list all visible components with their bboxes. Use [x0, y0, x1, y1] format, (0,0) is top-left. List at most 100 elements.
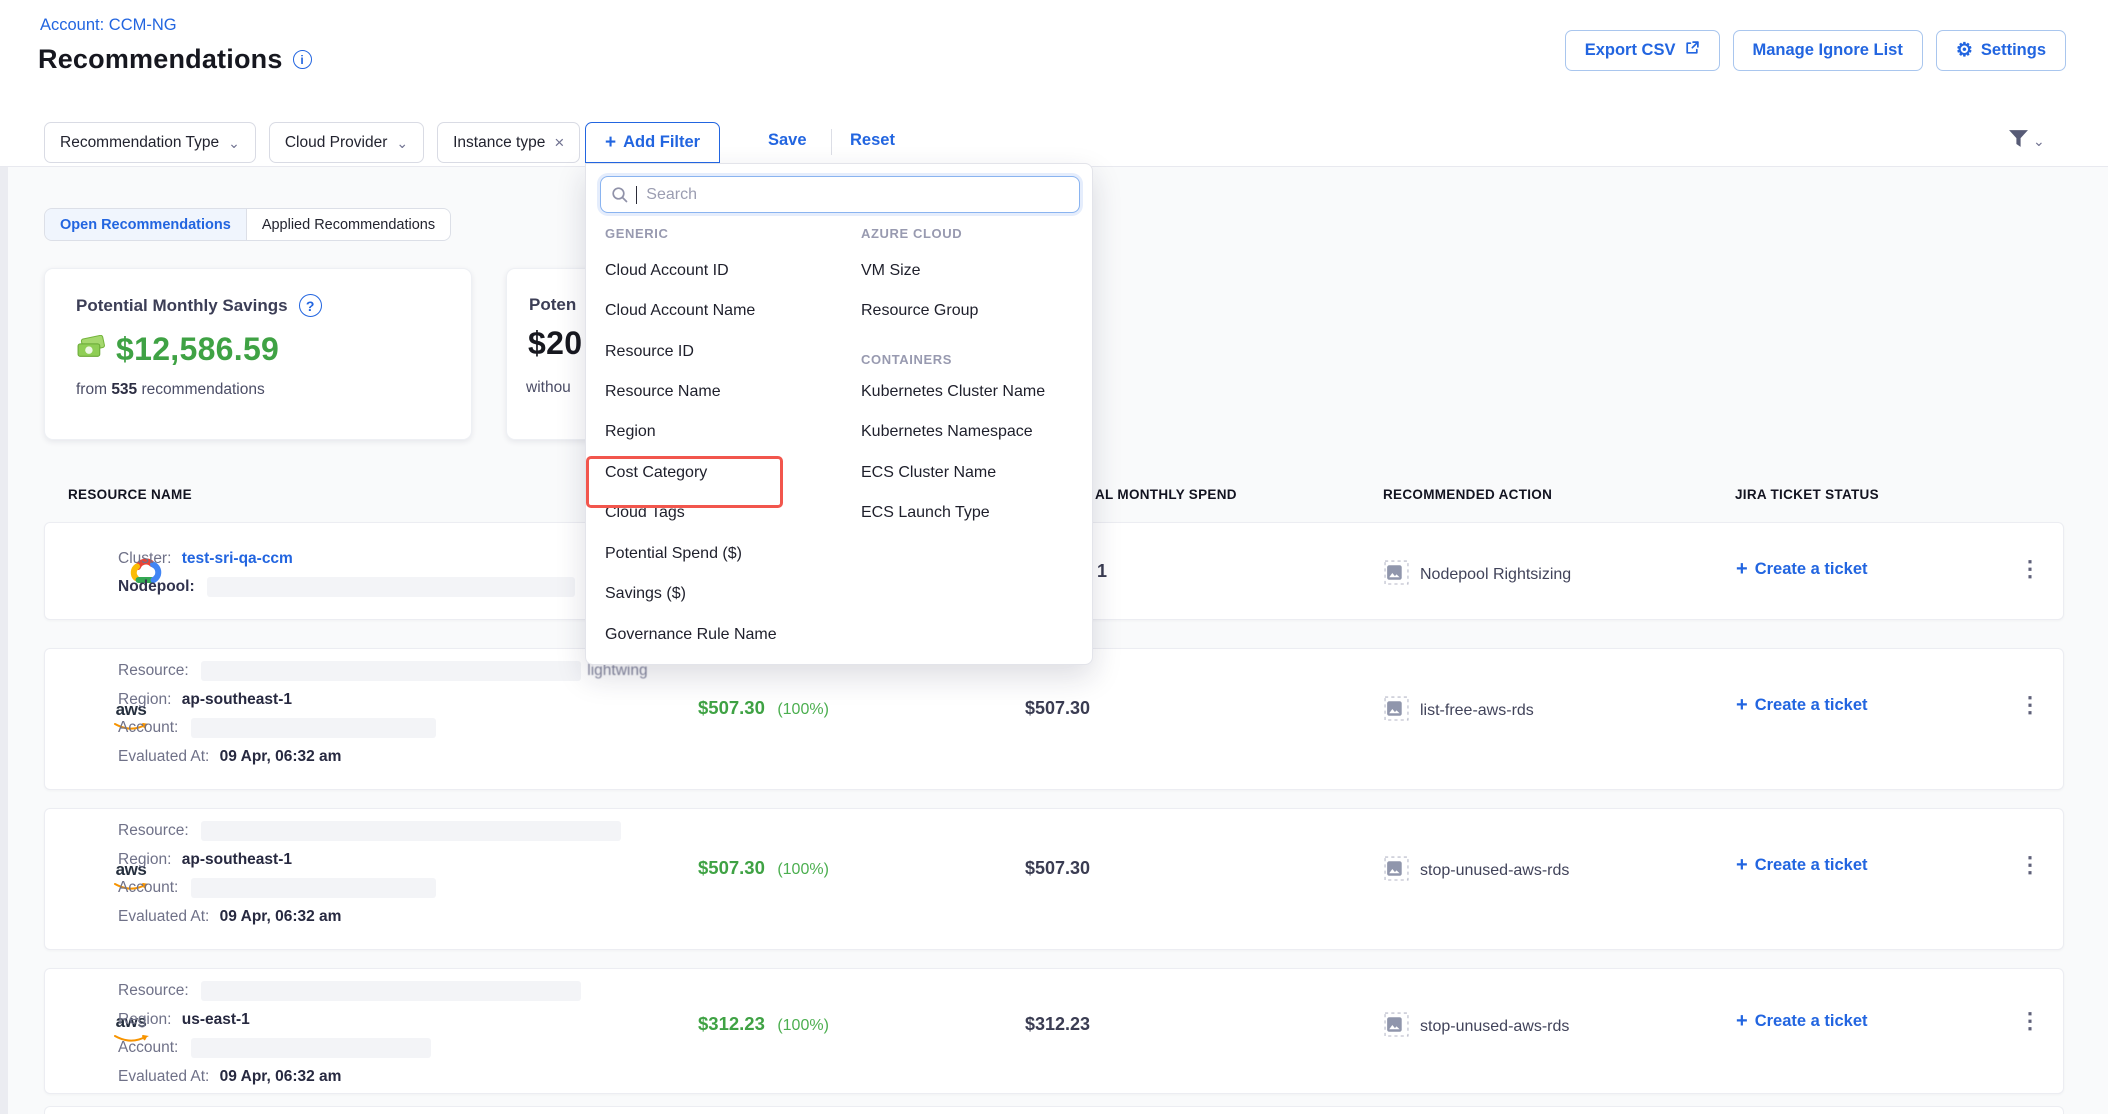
filter-option[interactable]: Resource Name: [605, 383, 721, 405]
cluster-label: Cluster:: [118, 550, 171, 567]
filter-option[interactable]: Kubernetes Cluster Name: [861, 383, 1045, 405]
evaluated-line: Evaluated At: 09 Apr, 06:32 am: [118, 903, 621, 932]
help-icon[interactable]: ?: [299, 294, 322, 317]
image-placeholder-icon: [1384, 696, 1409, 726]
monthly-spend-value-partial: 1: [1097, 561, 1107, 582]
filter-option[interactable]: Savings ($): [605, 585, 686, 607]
filter-option[interactable]: Cloud Account ID: [605, 262, 729, 284]
recommended-action-label: Nodepool Rightsizing: [1420, 566, 1571, 584]
chevron-down-icon: ⌄: [228, 136, 240, 150]
filter-option[interactable]: VM Size: [861, 262, 921, 284]
search-box[interactable]: [600, 176, 1080, 213]
filter-option[interactable]: Resource ID: [605, 343, 694, 365]
filter-chip-instance-type[interactable]: Instance type ×: [437, 122, 580, 163]
save-filter-button[interactable]: Save: [768, 131, 807, 150]
filter-panel-toggle[interactable]: ⌄: [2008, 129, 2045, 153]
filter-option[interactable]: Potential Spend ($): [605, 545, 742, 567]
redacted-value: [201, 981, 581, 1001]
summary-card-potential-monthly-savings: Potential Monthly Savings ? $12,586.59 f…: [44, 268, 472, 440]
search-input[interactable]: [644, 185, 1069, 205]
add-filter-button[interactable]: + Add Filter: [585, 122, 720, 163]
resource-label: Resource:: [118, 662, 189, 679]
gear-icon: ⚙: [1956, 41, 1973, 60]
recommendation-count: 535: [111, 381, 137, 398]
savings-cell: $312.23 (100%): [698, 1013, 829, 1035]
export-csv-button[interactable]: Export CSV: [1565, 30, 1720, 71]
subtitle-prefix: from: [76, 381, 107, 398]
image-placeholder-icon: [1384, 560, 1409, 590]
evaluated-line: Evaluated At: 09 Apr, 06:32 am: [118, 743, 648, 772]
filter-option[interactable]: Cloud Tags: [605, 504, 685, 526]
savings-percentage: (100%): [777, 1017, 829, 1034]
section-heading-containers: CONTAINERS: [861, 352, 952, 367]
left-edge-strip: [0, 167, 8, 1114]
account-label: Account:: [118, 1039, 178, 1056]
filter-chips: Recommendation Type ⌄ Cloud Provider ⌄ I…: [44, 122, 580, 163]
recommended-action-label: list-free-aws-rds: [1420, 702, 1534, 720]
monthly-spend-value: $507.30: [1025, 698, 1090, 719]
row-menu-kebab-icon[interactable]: ⋮: [2019, 692, 2041, 718]
savings-cell: $507.30 (100%): [698, 697, 829, 719]
redacted-value: [207, 577, 575, 597]
header-actions: Export CSV Manage Ignore List ⚙ Settings: [1565, 30, 2066, 71]
cluster-name-link[interactable]: test-sri-qa-ccm: [182, 550, 293, 567]
filter-option[interactable]: Region: [605, 423, 656, 445]
evaluated-value: 09 Apr, 06:32 am: [220, 1068, 342, 1085]
create-ticket-button[interactable]: + Create a ticket: [1736, 559, 1868, 579]
plus-icon: +: [1736, 559, 1748, 579]
manage-ignore-list-button[interactable]: Manage Ignore List: [1733, 30, 1923, 71]
info-icon[interactable]: i: [293, 50, 312, 69]
card-subtitle-clipped: withou: [526, 379, 571, 397]
filter-chip-cloud-provider[interactable]: Cloud Provider ⌄: [269, 122, 424, 163]
filter-option[interactable]: ECS Launch Type: [861, 504, 990, 526]
create-ticket-label: Create a ticket: [1755, 1012, 1868, 1031]
savings-value: $12,586.59: [116, 331, 279, 368]
create-ticket-button[interactable]: + Create a ticket: [1736, 855, 1868, 875]
chevron-down-icon: ⌄: [2033, 134, 2045, 148]
row-menu-kebab-icon[interactable]: ⋮: [2019, 852, 2041, 878]
table-row-partial: [44, 1106, 2064, 1114]
region-label: Region:: [118, 691, 171, 708]
create-ticket-label: Create a ticket: [1755, 856, 1868, 875]
redacted-value: [191, 1038, 431, 1058]
add-filter-label: Add Filter: [623, 133, 700, 152]
reset-filter-button[interactable]: Reset: [850, 131, 895, 150]
cluster-line: Cluster: test-sri-qa-ccm: [118, 545, 575, 573]
filter-option[interactable]: Cloud Account Name: [605, 302, 755, 324]
breadcrumb[interactable]: Account: CCM-NG: [40, 16, 177, 35]
table-row[interactable]: aws Resource: lightwing Region: ap-south…: [44, 648, 2064, 790]
region-line: Region: us-east-1: [118, 1006, 581, 1035]
settings-button[interactable]: ⚙ Settings: [1936, 30, 2066, 71]
create-ticket-button[interactable]: + Create a ticket: [1736, 1011, 1868, 1031]
tab-applied-recommendations[interactable]: Applied Recommendations: [246, 209, 450, 240]
column-header-monthly-spend-partial: AL MONTHLY SPEND: [1095, 487, 1237, 502]
row-menu-kebab-icon[interactable]: ⋮: [2019, 1008, 2041, 1034]
filter-chip-recommendation-type[interactable]: Recommendation Type ⌄: [44, 122, 256, 163]
divider: [831, 129, 832, 155]
region-label: Region:: [118, 1011, 171, 1028]
text-caret: [636, 186, 637, 204]
page-title-row: Recommendations i: [38, 44, 312, 75]
recommended-action-label: stop-unused-aws-rds: [1420, 1018, 1569, 1036]
table-row[interactable]: aws Resource: Region: ap-southeast-1 Acc…: [44, 808, 2064, 950]
settings-label: Settings: [1981, 41, 2046, 60]
close-icon[interactable]: ×: [554, 134, 564, 151]
filter-option[interactable]: Kubernetes Namespace: [861, 423, 1033, 445]
filter-option-cost-category[interactable]: Cost Category: [605, 464, 707, 486]
filter-option[interactable]: ECS Cluster Name: [861, 464, 996, 486]
create-ticket-button[interactable]: + Create a ticket: [1736, 695, 1868, 715]
column-header-recommended-action: RECOMMENDED ACTION: [1383, 487, 1552, 502]
export-csv-label: Export CSV: [1585, 41, 1676, 60]
savings-percentage: (100%): [777, 701, 829, 718]
tab-open-recommendations[interactable]: Open Recommendations: [45, 209, 246, 240]
add-filter-dropdown: GENERIC Cloud Account ID Cloud Account N…: [585, 163, 1093, 665]
filter-option[interactable]: Governance Rule Name: [605, 626, 777, 648]
account-label: Account:: [118, 879, 178, 896]
image-placeholder-icon: [1384, 856, 1409, 886]
table-row[interactable]: aws Resource: Region: us-east-1 Account:…: [44, 968, 2064, 1094]
account-line: Account:: [118, 1034, 581, 1063]
row-menu-kebab-icon[interactable]: ⋮: [2019, 556, 2041, 582]
savings-value: $312.23: [698, 1013, 765, 1034]
filter-option[interactable]: Resource Group: [861, 302, 978, 324]
account-line: Account:: [118, 874, 621, 903]
